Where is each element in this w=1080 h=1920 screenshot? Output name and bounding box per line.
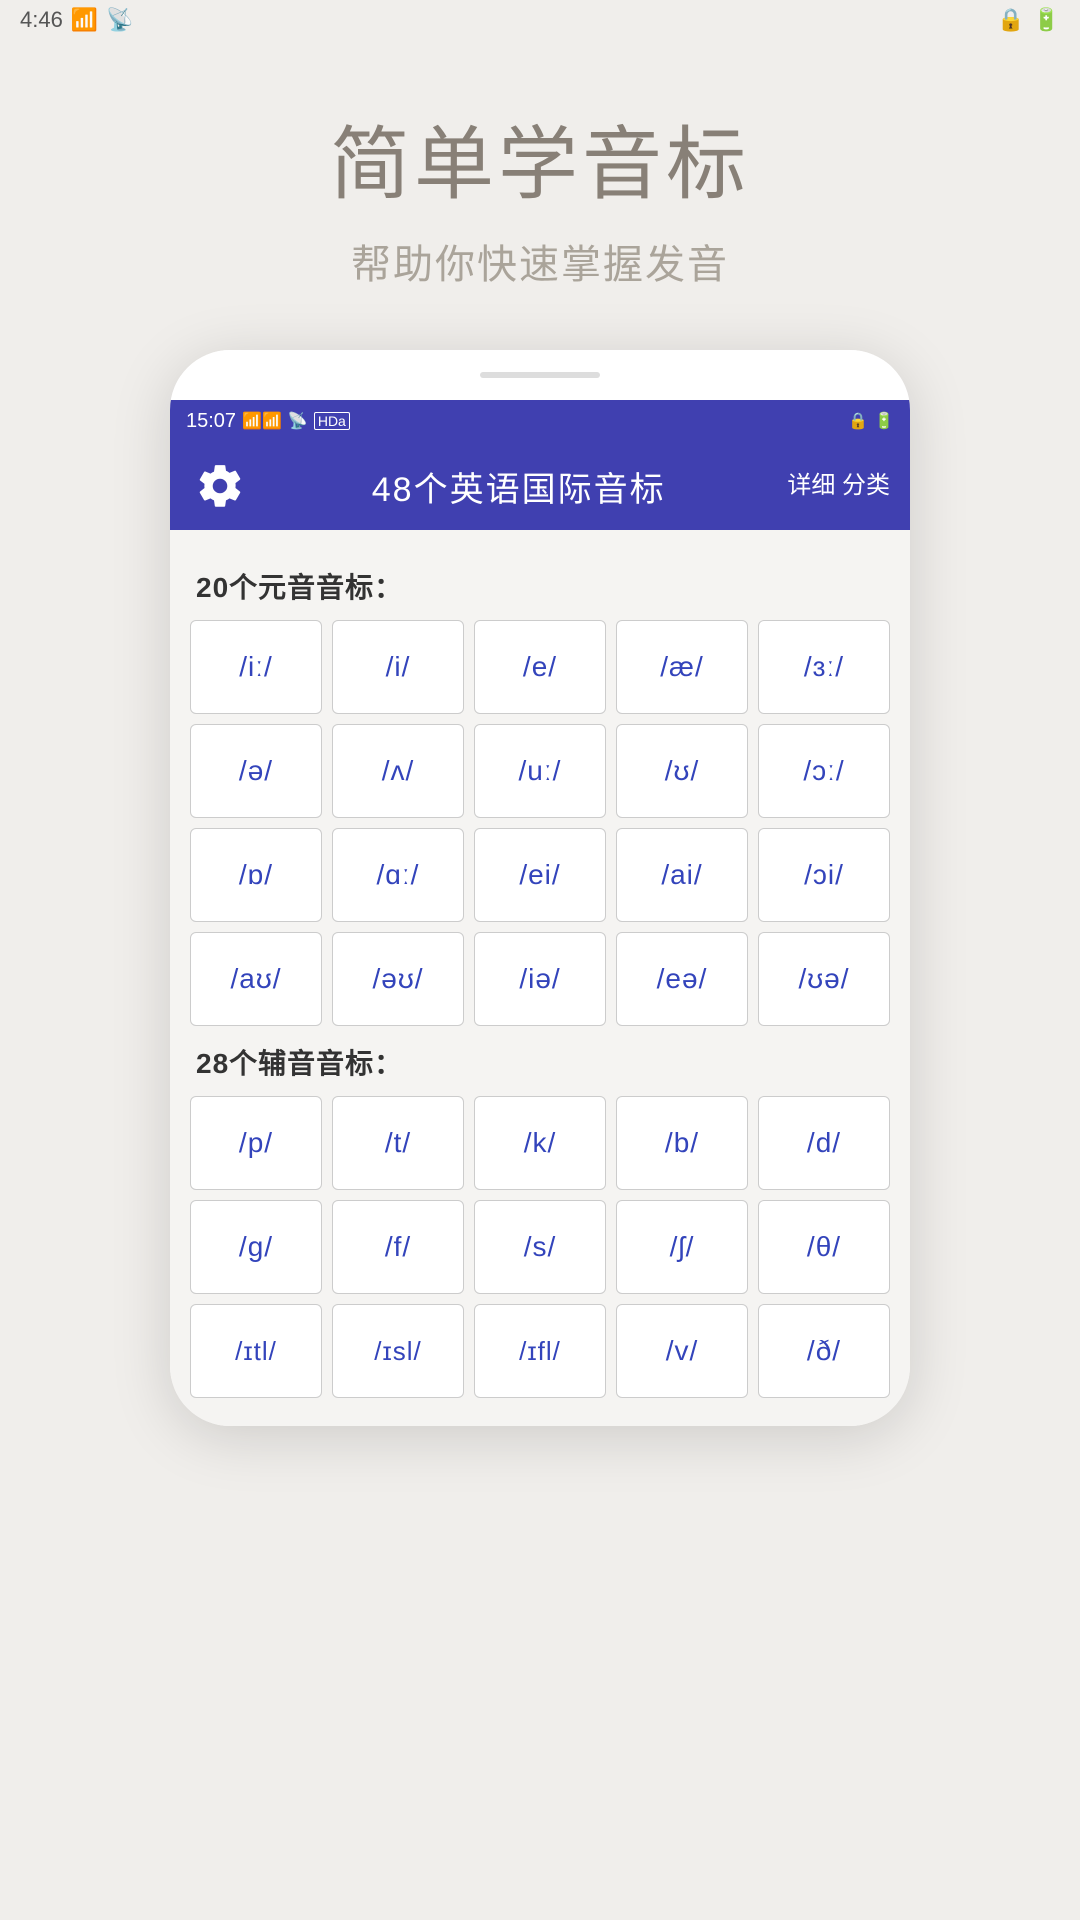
phonetic-cell-i[interactable]: /i/ xyxy=(332,620,464,714)
phonetic-cell-ai[interactable]: /ai/ xyxy=(616,828,748,922)
phonetic-cell-b[interactable]: /b/ xyxy=(616,1096,748,1190)
phone-content: 20个元音音标： /iː/ /i/ /e/ /æ/ /ɜː/ /ə/ /ʌ/ /… xyxy=(170,530,910,1426)
phonetic-cell-s[interactable]: /s/ xyxy=(474,1200,606,1294)
phonetic-cell-p[interactable]: /p/ xyxy=(190,1096,322,1190)
phone-lock-icon: 🔒 xyxy=(848,411,868,431)
outer-status-left: 4:46 📶 📡 xyxy=(20,7,134,33)
app-title-section: 简单学音标 帮助你快速掌握发音 xyxy=(0,40,1080,330)
phonetic-cell-itl[interactable]: /ɪtl/ xyxy=(190,1304,322,1398)
header-detail-button[interactable]: 详细 分类 xyxy=(787,470,890,501)
phonetic-cell-ua[interactable]: /ʊə/ xyxy=(758,932,890,1026)
outer-lock-icon: 🔒 xyxy=(997,7,1024,33)
phone-top-bar xyxy=(170,350,910,400)
phonetic-cell-d[interactable]: /d/ xyxy=(758,1096,890,1190)
outer-status-bar: 4:46 📶 📡 🔒 🔋 xyxy=(0,0,1080,40)
header-title: 48个英语国际音标 xyxy=(372,462,666,511)
phone-status-right: 🔒 🔋 xyxy=(848,411,894,431)
phonetic-cell-along[interactable]: /ɑː/ xyxy=(332,828,464,922)
phonetic-cell-3long[interactable]: /ɜː/ xyxy=(758,620,890,714)
consonant-grid: /p/ /t/ /k/ /b/ /d/ /g/ /f/ /s/ /ʃ/ /θ/ … xyxy=(190,1096,890,1398)
phonetic-cell-extra2[interactable]: /ð/ xyxy=(758,1304,890,1398)
phonetic-cell-f[interactable]: /f/ xyxy=(332,1200,464,1294)
phonetic-cell-g[interactable]: /g/ xyxy=(190,1200,322,1294)
app-subtitle: 帮助你快速掌握发音 xyxy=(0,232,1080,290)
phonetic-cell-k[interactable]: /k/ xyxy=(474,1096,606,1190)
phone-mockup: 15:07 📶📶 📡 HDa 🔒 🔋 48个英语国际音标 详细 分类 20个元音… xyxy=(170,350,910,1426)
phone-hd-icon: HDa xyxy=(314,412,350,430)
app-header: 48个英语国际音标 详细 分类 xyxy=(170,442,910,530)
phonetic-cell-theta[interactable]: /θ/ xyxy=(758,1200,890,1294)
app-title: 简单学音标 xyxy=(0,100,1080,216)
phone-status-bar: 15:07 📶📶 📡 HDa 🔒 🔋 xyxy=(170,400,910,442)
phone-battery-icon: 🔋 xyxy=(874,411,894,431)
gear-icon xyxy=(195,461,245,511)
vowel-grid: /iː/ /i/ /e/ /æ/ /ɜː/ /ə/ /ʌ/ /uː/ /ʊ/ /… xyxy=(190,620,890,1026)
outer-battery-icon: 🔋 xyxy=(1033,7,1060,33)
phonetic-cell-lambda[interactable]: /ʌ/ xyxy=(332,724,464,818)
phone-signal-icon: 📶📶 xyxy=(242,411,282,431)
phonetic-cell-e[interactable]: /e/ xyxy=(474,620,606,714)
phonetic-cell-sh[interactable]: /ʃ/ xyxy=(616,1200,748,1294)
gear-button[interactable] xyxy=(190,456,250,516)
phonetic-cell-D[interactable]: /ɒ/ xyxy=(190,828,322,922)
phonetic-cell-ulong[interactable]: /uː/ xyxy=(474,724,606,818)
phonetic-cell-schwa-u[interactable]: /əʊ/ xyxy=(332,932,464,1026)
phonetic-cell-ea[interactable]: /eə/ xyxy=(616,932,748,1026)
phonetic-cell-t[interactable]: /t/ xyxy=(332,1096,464,1190)
phonetic-cell-ilong[interactable]: /iː/ xyxy=(190,620,322,714)
phonetic-cell-schwa[interactable]: /ə/ xyxy=(190,724,322,818)
phone-status-left: 15:07 📶📶 📡 HDa xyxy=(186,410,350,433)
phonetic-cell-ae[interactable]: /æ/ xyxy=(616,620,748,714)
phonetic-cell-oi[interactable]: /ɔi/ xyxy=(758,828,890,922)
phone-wifi-icon: 📡 xyxy=(288,411,308,431)
phonetic-cell-au[interactable]: /aʊ/ xyxy=(190,932,322,1026)
consonant-section-label: 28个辅音音标： xyxy=(196,1042,890,1082)
vowel-section-label: 20个元音音标： xyxy=(196,566,890,606)
phonetic-cell-olong[interactable]: /ɔː/ xyxy=(758,724,890,818)
phone-time: 15:07 xyxy=(186,410,236,433)
phonetic-cell-upsilon[interactable]: /ʊ/ xyxy=(616,724,748,818)
phonetic-cell-ia[interactable]: /iə/ xyxy=(474,932,606,1026)
phonetic-cell-extra1[interactable]: /v/ xyxy=(616,1304,748,1398)
phonetic-cell-ei[interactable]: /ei/ xyxy=(474,828,606,922)
outer-signal-icon: 📶 xyxy=(71,7,98,33)
outer-status-right: 🔒 🔋 xyxy=(997,7,1060,33)
outer-time: 4:46 xyxy=(20,7,63,33)
phonetic-cell-ifl[interactable]: /ɪfl/ xyxy=(474,1304,606,1398)
phone-notch xyxy=(480,372,600,378)
outer-wifi-icon: 📡 xyxy=(106,7,133,33)
phonetic-cell-isl[interactable]: /ɪsl/ xyxy=(332,1304,464,1398)
